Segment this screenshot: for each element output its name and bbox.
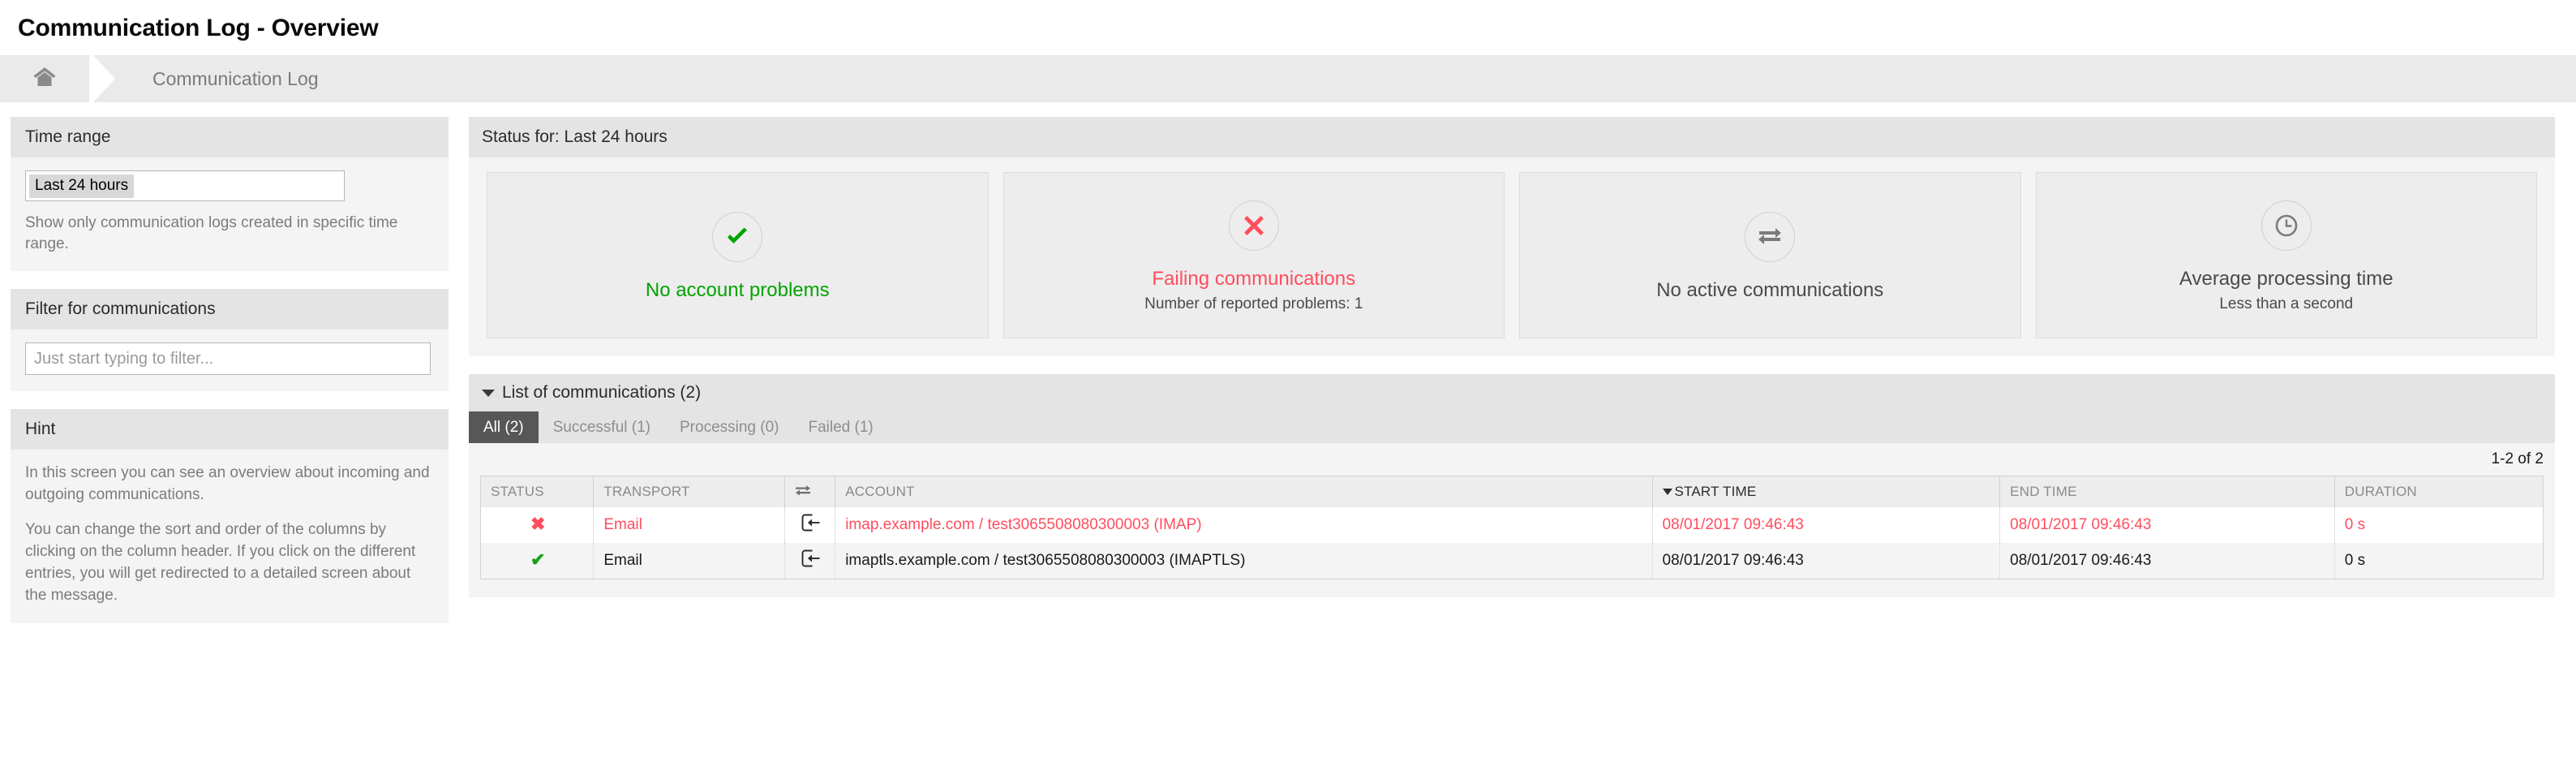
- caret-down-icon[interactable]: [482, 389, 495, 397]
- tab-all[interactable]: All (2): [469, 411, 539, 443]
- breadcrumb-home[interactable]: [0, 55, 89, 102]
- exchange-icon: [1745, 212, 1796, 263]
- column-header-start-time[interactable]: START TIME: [1652, 476, 2001, 507]
- cell-status: ✖: [480, 507, 595, 543]
- times-circle-icon: [1228, 200, 1279, 251]
- cell-end-time: 08/01/2017 09:46:43: [1999, 507, 2335, 543]
- cell-duration: 0 s: [2334, 543, 2544, 579]
- tab-processing[interactable]: Processing (0): [665, 411, 794, 443]
- status-card-failing-communications[interactable]: Failing communications Number of reporte…: [1002, 172, 1505, 338]
- page-layout: Time range Last 24 hours Show only commu…: [0, 102, 2576, 641]
- cell-status: ✔: [480, 543, 595, 579]
- breadcrumb-separator-icon: [89, 55, 125, 102]
- table-row[interactable]: ✔ Email imaptls.example.com / test306550…: [480, 543, 2544, 579]
- cell-account: imaptls.example.com / test30655080803000…: [835, 543, 1653, 579]
- status-heading: Status for: Last 24 hours: [469, 117, 2555, 157]
- breadcrumb: Communication Log: [0, 55, 2576, 102]
- status-card-title: Average processing time: [2179, 267, 2394, 290]
- status-panel: Status for: Last 24 hours No account pro…: [469, 117, 2555, 356]
- tab-failed[interactable]: Failed (1): [794, 411, 888, 443]
- column-header-direction[interactable]: [784, 476, 836, 507]
- status-card-title: No account problems: [645, 279, 830, 302]
- list-panel: List of communications (2) All (2) Succe…: [469, 374, 2555, 597]
- column-header-status[interactable]: STATUS: [480, 476, 595, 507]
- status-card-subtitle: Number of reported problems: 1: [1144, 295, 1363, 313]
- status-card-subtitle: Less than a second: [2219, 295, 2354, 313]
- times-icon: ✖: [530, 514, 546, 534]
- breadcrumb-item-communication-log[interactable]: Communication Log: [125, 68, 319, 90]
- communications-table: STATUS TRANSPORT ACCOUNT START TIME END …: [480, 476, 2544, 579]
- cell-end-time: 08/01/2017 09:46:43: [1999, 543, 2335, 579]
- hint-panel: Hint In this screen you can see an overv…: [11, 409, 449, 624]
- pagination-summary: 1-2 of 2: [2491, 450, 2544, 467]
- list-tabs: All (2) Successful (1) Processing (0) Fa…: [469, 411, 2555, 443]
- column-header-end-time[interactable]: END TIME: [1999, 476, 2335, 507]
- filter-heading: Filter for communications: [11, 289, 449, 330]
- cell-duration: 0 s: [2334, 507, 2544, 543]
- table-header-row: STATUS TRANSPORT ACCOUNT START TIME END …: [480, 476, 2544, 507]
- home-icon: [32, 67, 57, 92]
- time-range-selected-value: Last 24 hours: [29, 174, 135, 198]
- exchange-icon: [795, 484, 811, 499]
- time-range-body: Last 24 hours Show only communication lo…: [11, 157, 449, 271]
- time-range-description: Show only communication logs created in …: [25, 214, 398, 253]
- column-header-account[interactable]: ACCOUNT: [835, 476, 1653, 507]
- list-heading-bar[interactable]: List of communications (2): [469, 374, 2555, 411]
- filter-input[interactable]: [25, 342, 431, 376]
- status-card-title: Failing communications: [1152, 267, 1356, 290]
- communications-table-wrapper: STATUS TRANSPORT ACCOUNT START TIME END …: [469, 476, 2555, 597]
- cell-transport: Email: [593, 507, 786, 543]
- hint-paragraph: In this screen you can see an overview a…: [25, 464, 430, 504]
- sign-in-inbound-icon: [801, 514, 821, 536]
- cell-direction: [784, 543, 836, 579]
- tab-successful[interactable]: Successful (1): [539, 411, 665, 443]
- column-header-transport[interactable]: TRANSPORT: [593, 476, 786, 507]
- list-heading: List of communications (2): [502, 383, 702, 402]
- status-card-title: No active communications: [1656, 279, 1884, 302]
- list-toolbar: 1-2 of 2: [469, 443, 2555, 476]
- check-icon: ✔: [530, 549, 546, 570]
- cell-account: imap.example.com / test3065508080300003 …: [835, 507, 1653, 543]
- hint-paragraph: You can change the sort and order of the…: [25, 521, 416, 605]
- column-header-duration[interactable]: DURATION: [2334, 476, 2544, 507]
- sidebar: Time range Last 24 hours Show only commu…: [0, 102, 451, 641]
- hint-body: In this screen you can see an overview a…: [11, 450, 449, 623]
- cell-direction: [784, 507, 836, 543]
- cell-start-time: 08/01/2017 09:46:43: [1652, 543, 2001, 579]
- status-card-active-communications[interactable]: No active communications: [1519, 172, 2021, 338]
- clock-icon: [2260, 200, 2312, 251]
- filter-panel: Filter for communications: [11, 289, 449, 392]
- sort-descending-icon: [1662, 488, 1672, 495]
- status-cards: No account problems Failing communicatio…: [469, 157, 2555, 356]
- status-card-average-processing-time[interactable]: Average processing time Less than a seco…: [2035, 172, 2537, 338]
- sign-in-inbound-icon: [801, 549, 821, 571]
- page-title: Communication Log - Overview: [18, 15, 379, 41]
- time-range-select[interactable]: Last 24 hours: [25, 170, 345, 201]
- status-card-account-problems[interactable]: No account problems: [487, 172, 989, 338]
- filter-body: [11, 329, 449, 391]
- column-header-start-time-label: START TIME: [1674, 484, 1757, 499]
- main-content: Status for: Last 24 hours No account pro…: [451, 102, 2576, 597]
- hint-heading: Hint: [11, 409, 449, 450]
- time-range-heading: Time range: [11, 117, 449, 157]
- check-circle-icon: [712, 212, 763, 263]
- cell-start-time: 08/01/2017 09:46:43: [1652, 507, 2001, 543]
- cell-transport: Email: [593, 543, 786, 579]
- table-row[interactable]: ✖ Email imap.example.com / test306550808…: [480, 507, 2544, 543]
- time-range-panel: Time range Last 24 hours Show only commu…: [11, 117, 449, 272]
